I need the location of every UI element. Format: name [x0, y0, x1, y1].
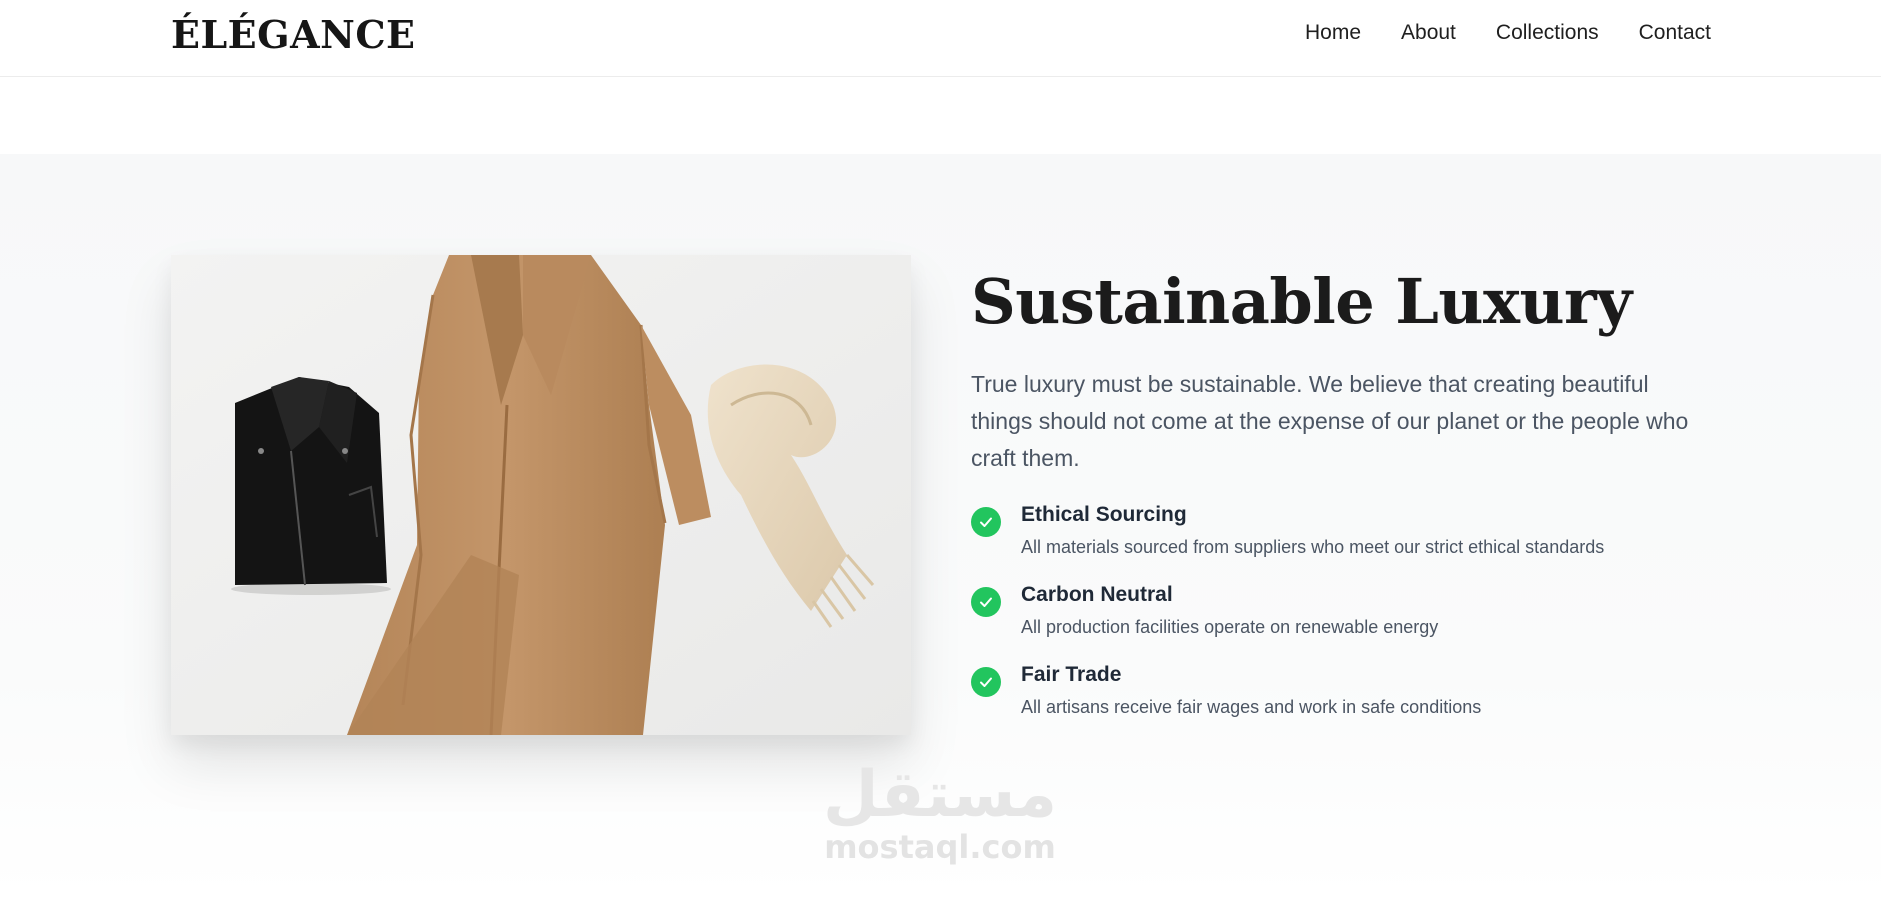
check-circle-icon	[971, 667, 1001, 697]
feature-fair-trade: Fair Trade All artisans receive fair wag…	[971, 663, 1691, 743]
mostaql-watermark: مستقل mostaql.com	[820, 760, 1060, 864]
nav-contact-link[interactable]: Contact	[1639, 21, 1711, 45]
check-circle-icon	[971, 587, 1001, 617]
feature-carbon-neutral: Carbon Neutral All production facilities…	[971, 583, 1691, 663]
feature-title: Ethical Sourcing	[1021, 503, 1187, 526]
main-nav: Home About Collections Contact	[1305, 21, 1711, 45]
feature-list: Ethical Sourcing All materials sourced f…	[971, 503, 1691, 743]
feature-description: All artisans receive fair wages and work…	[1021, 697, 1482, 717]
nav-home-link[interactable]: Home	[1305, 21, 1361, 45]
feature-title: Carbon Neutral	[1021, 583, 1173, 606]
feature-title: Fair Trade	[1021, 663, 1122, 686]
watermark-arabic-text: مستقل	[822, 758, 1058, 832]
feature-description: All production facilities operate on ren…	[1021, 617, 1439, 637]
watermark-latin-text: mostaql.com	[824, 828, 1056, 866]
product-flatlay-image	[171, 255, 911, 735]
check-circle-icon	[971, 507, 1001, 537]
section-intro: True luxury must be sustainable. We beli…	[971, 371, 1689, 471]
sustainability-content: Sustainable Luxury True luxury must be s…	[971, 260, 1691, 743]
nav-about-link[interactable]: About	[1401, 21, 1456, 45]
nav-collections-link[interactable]: Collections	[1496, 21, 1599, 45]
leather-jacket-illustration	[231, 377, 391, 595]
site-header: ÉLÉGANCE Home About Collections Contact	[0, 0, 1881, 77]
section-title: Sustainable Luxury	[971, 265, 1632, 338]
feature-description: All materials sourced from suppliers who…	[1021, 537, 1605, 557]
feature-ethical-sourcing: Ethical Sourcing All materials sourced f…	[971, 503, 1691, 583]
brand-logo[interactable]: ÉLÉGANCE	[171, 12, 416, 57]
